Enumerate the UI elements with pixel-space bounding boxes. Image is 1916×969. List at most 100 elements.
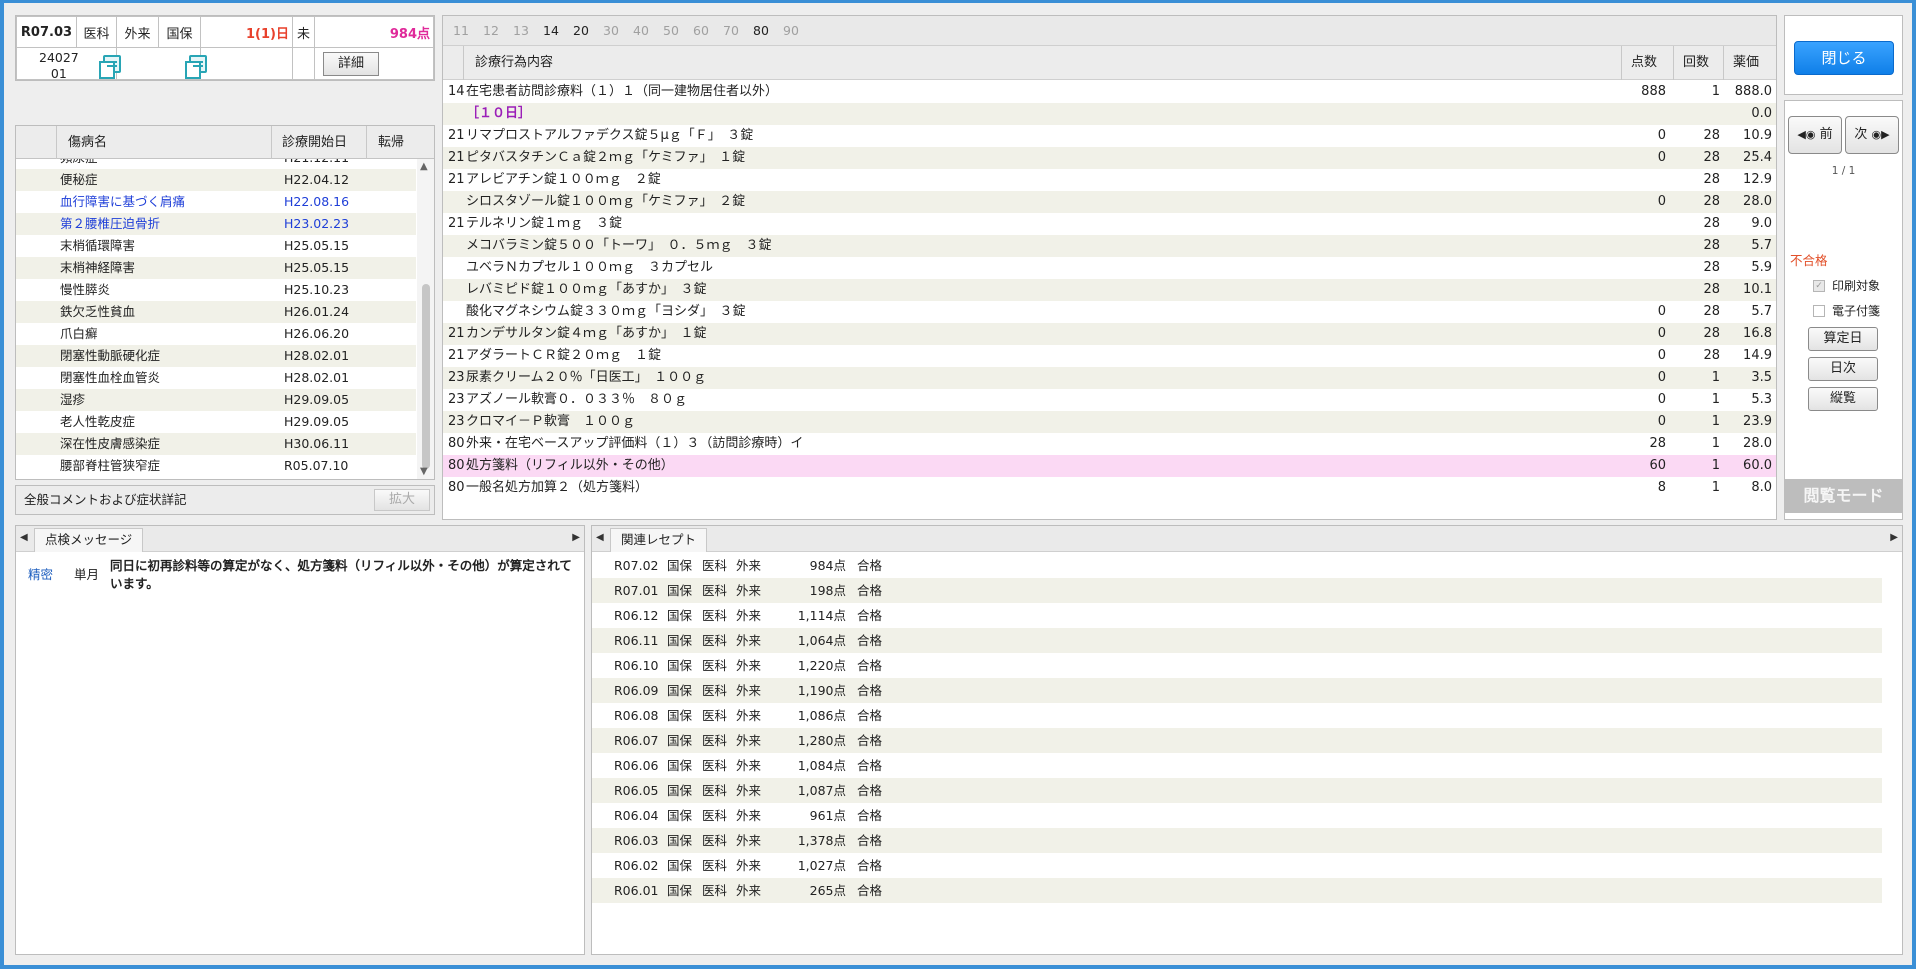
related-receipt-row[interactable]: R06.05 国保 医科 外来 合格 1,087点 bbox=[592, 778, 1882, 803]
treatment-row[interactable]: ユベラＮカプセル１００ｍｇ ３カプセル 28 5.9 bbox=[443, 257, 1776, 279]
comment-bar: 全般コメントおよび症状詳記 拡大 bbox=[15, 485, 435, 515]
treatment-row[interactable]: 21 カンデサルタン錠４ｍｇ「あすか」 １錠 0 28 16.8 bbox=[443, 323, 1776, 345]
disease-scrollbar[interactable]: ▲ ▼ bbox=[417, 159, 434, 479]
treatment-row[interactable]: 23 クロマイ－Ｐ軟膏 １００ｇ 0 1 23.9 bbox=[443, 411, 1776, 433]
detail-button[interactable]: 詳細 bbox=[323, 52, 379, 76]
disease-row[interactable]: 末梢神経障害 H25.05.15 bbox=[16, 257, 416, 279]
daily-button[interactable]: 日次 bbox=[1808, 357, 1878, 381]
scroll-up-icon[interactable]: ▲ bbox=[420, 161, 428, 172]
disease-row[interactable]: 血行障害に基づく肩痛 H22.08.16 bbox=[16, 191, 416, 213]
treatment-row[interactable]: 23 アズノール軟膏０．０３３％ ８０ｇ 0 1 5.3 bbox=[443, 389, 1776, 411]
check-scope: 単月 bbox=[74, 567, 100, 582]
disease-row[interactable]: 慢性膵炎 H25.10.23 bbox=[16, 279, 416, 301]
treatment-count: 1 bbox=[1711, 414, 1720, 429]
day-filter-40[interactable]: 40 bbox=[633, 16, 649, 46]
related-receipt-row[interactable]: R06.04 国保 医科 外来 合格 961点 bbox=[592, 803, 1882, 828]
day-filter-70[interactable]: 70 bbox=[723, 16, 739, 46]
day-filter-14[interactable]: 14 bbox=[543, 16, 559, 46]
related-receipt-row[interactable]: R06.08 国保 医科 外来 合格 1,086点 bbox=[592, 703, 1882, 728]
close-button[interactable]: 閉じる bbox=[1794, 41, 1894, 75]
vertical-button[interactable]: 縦覧 bbox=[1808, 387, 1878, 411]
related-receipt-row[interactable]: R06.01 国保 医科 外来 合格 265点 bbox=[592, 878, 1882, 903]
receipt-insurance: 国保 bbox=[667, 633, 693, 648]
treatment-row[interactable]: 21 テルネリン錠１ｍｇ ３錠 28 9.0 bbox=[443, 213, 1776, 235]
tab-left-arrow-icon[interactable]: ◀ bbox=[20, 532, 28, 543]
disease-row[interactable]: 閉塞性血栓血管炎 H28.02.01 bbox=[16, 367, 416, 389]
treatment-row[interactable]: メコバラミン錠５００「トーワ」 ０．５ｍｇ ３錠 28 5.7 bbox=[443, 235, 1776, 257]
day-filter-90[interactable]: 90 bbox=[783, 16, 799, 46]
day-filter-80[interactable]: 80 bbox=[753, 16, 769, 46]
related-receipt-row[interactable]: R06.10 国保 医科 外来 合格 1,220点 bbox=[592, 653, 1882, 678]
disease-row[interactable]: 便秘症 H22.04.12 bbox=[16, 169, 416, 191]
receipt-visit-type: 外来 bbox=[736, 808, 762, 823]
esign-checkbox[interactable] bbox=[1813, 305, 1825, 317]
day-filter-11[interactable]: 11 bbox=[453, 16, 469, 46]
scroll-down-icon[interactable]: ▼ bbox=[420, 466, 428, 477]
related-receipt-row[interactable]: R07.02 国保 医科 外来 合格 984点 bbox=[592, 553, 1882, 578]
disease-row[interactable]: 老人性乾皮症 H29.09.05 bbox=[16, 411, 416, 433]
related-receipt-row[interactable]: R06.03 国保 医科 外来 合格 1,378点 bbox=[592, 828, 1882, 853]
related-receipt-row[interactable]: R06.11 国保 医科 外来 合格 1,064点 bbox=[592, 628, 1882, 653]
disease-name: 老人性乾皮症 bbox=[60, 414, 136, 429]
treatment-row[interactable]: シロスタゾール錠１００ｍｇ「ケミファ」 ２錠 0 28 28.0 bbox=[443, 191, 1776, 213]
treatment-content: ユベラＮカプセル１００ｍｇ ３カプセル bbox=[466, 260, 714, 275]
tab-right-arrow-icon[interactable]: ▶ bbox=[572, 532, 580, 543]
tab-check-messages[interactable]: 点検メッセージ bbox=[34, 528, 144, 552]
treatment-row[interactable]: 80 一般名処方加算２（処方箋料） 8 1 8.0 bbox=[443, 477, 1776, 499]
calc-day-button[interactable]: 算定日 bbox=[1808, 327, 1878, 351]
day-filter-bar: 11 12 13 14 20 30 40 50 60 70 80 90 bbox=[443, 16, 1776, 46]
day-filter-50[interactable]: 50 bbox=[663, 16, 679, 46]
treatment-price: 10.9 bbox=[1743, 128, 1772, 143]
treatment-row[interactable]: 21 アダラートＣＲ錠２０ｍｇ １錠 0 28 14.9 bbox=[443, 345, 1776, 367]
print-checkbox[interactable]: ✓ bbox=[1813, 280, 1825, 292]
treatment-price: 888.0 bbox=[1734, 84, 1772, 99]
day-filter-13[interactable]: 13 bbox=[513, 16, 529, 46]
day-filter-30[interactable]: 30 bbox=[603, 16, 619, 46]
day-filter-20[interactable]: 20 bbox=[573, 16, 589, 46]
disease-row[interactable]: 深在性皮膚感染症 H30.06.11 bbox=[16, 433, 416, 455]
receipt-insurance: 国保 bbox=[667, 583, 693, 598]
tab-left-arrow-icon-2[interactable]: ◀ bbox=[596, 532, 604, 543]
disease-row[interactable]: 末梢循環障害 H25.05.15 bbox=[16, 235, 416, 257]
day-filter-12[interactable]: 12 bbox=[483, 16, 499, 46]
disease-row[interactable]: 湿疹 H29.09.05 bbox=[16, 389, 416, 411]
disease-row[interactable]: 腰部脊柱管狭窄症 R05.07.10 bbox=[16, 455, 416, 477]
treatment-row[interactable]: 80 外来・在宅ベースアップ評価料（１）３（訪問診療時）イ 28 1 28.0 bbox=[443, 433, 1776, 455]
expand-button[interactable]: 拡大 bbox=[374, 489, 430, 511]
tab-related-receipts[interactable]: 関連レセプト bbox=[610, 528, 708, 552]
treatment-header: 診療行為内容 点数 回数 薬価 bbox=[443, 46, 1776, 80]
disease-row[interactable]: 閉塞性動脈硬化症 H28.02.01 bbox=[16, 345, 416, 367]
related-receipt-row[interactable]: R06.02 国保 医科 外来 合格 1,027点 bbox=[592, 853, 1882, 878]
prev-button[interactable]: ◀◉ 前 bbox=[1788, 116, 1842, 154]
tab-right-arrow-icon-2[interactable]: ▶ bbox=[1890, 532, 1898, 543]
day-filter-60[interactable]: 60 bbox=[693, 16, 709, 46]
scroll-thumb[interactable] bbox=[422, 284, 430, 469]
treatment-row[interactable]: レバミピド錠１００ｍｇ「あすか」 ３錠 28 10.1 bbox=[443, 279, 1776, 301]
treatment-row[interactable]: 21 アレビアチン錠１００ｍｇ ２錠 28 12.9 bbox=[443, 169, 1776, 191]
disease-row[interactable]: 鉄欠乏性貧血 H26.01.24 bbox=[16, 301, 416, 323]
disease-name: 鉄欠乏性貧血 bbox=[60, 304, 136, 319]
treatment-row[interactable]: 23 尿素クリーム２０％「日医工」 １００ｇ 0 1 3.5 bbox=[443, 367, 1776, 389]
receipt-result: 合格 bbox=[857, 883, 883, 898]
disease-row[interactable]: 爪白癬 H26.06.20 bbox=[16, 323, 416, 345]
related-receipt-row[interactable]: R07.01 国保 医科 外来 合格 198点 bbox=[592, 578, 1882, 603]
related-receipt-row[interactable]: R06.07 国保 医科 外来 合格 1,280点 bbox=[592, 728, 1882, 753]
treatment-row[interactable]: ［１０日］ 0.0 bbox=[443, 103, 1776, 125]
receipt-month: R06.12 bbox=[614, 608, 659, 623]
treatment-code: 21 bbox=[448, 348, 465, 363]
next-button[interactable]: 次 ◉▶ bbox=[1845, 116, 1899, 154]
related-receipt-row[interactable]: R06.06 国保 医科 外来 合格 1,084点 bbox=[592, 753, 1882, 778]
disease-row[interactable]: 第２腰椎圧迫骨折 H23.02.23 bbox=[16, 213, 416, 235]
related-receipt-row[interactable]: R06.09 国保 医科 外来 合格 1,190点 bbox=[592, 678, 1882, 703]
treatment-row[interactable]: 21 ピタバスタチンＣａ錠２ｍｇ「ケミファ」 １錠 0 28 25.4 bbox=[443, 147, 1776, 169]
copy-doc-icon-2[interactable] bbox=[185, 55, 207, 79]
treatment-count: 28 bbox=[1703, 348, 1720, 363]
treatment-row[interactable]: 80 処方箋料（リフィル以外・その他） 60 1 60.0 bbox=[443, 455, 1776, 477]
receipt-insurance: 国保 bbox=[667, 858, 693, 873]
treatment-row[interactable]: 21 リマプロストアルファデクス錠５μｇ「Ｆ」 ３錠 0 28 10.9 bbox=[443, 125, 1776, 147]
related-receipt-row[interactable]: R06.12 国保 医科 外来 合格 1,114点 bbox=[592, 603, 1882, 628]
treatment-row[interactable]: 酸化マグネシウム錠３３０ｍｇ「ヨシダ」 ３錠 0 28 5.7 bbox=[443, 301, 1776, 323]
treatment-count: 1 bbox=[1711, 392, 1720, 407]
treatment-row[interactable]: 14 在宅患者訪問診療料（１）１（同一建物居住者以外） 888 1 888.0 bbox=[443, 81, 1776, 103]
receipt-month: R06.09 bbox=[614, 683, 659, 698]
